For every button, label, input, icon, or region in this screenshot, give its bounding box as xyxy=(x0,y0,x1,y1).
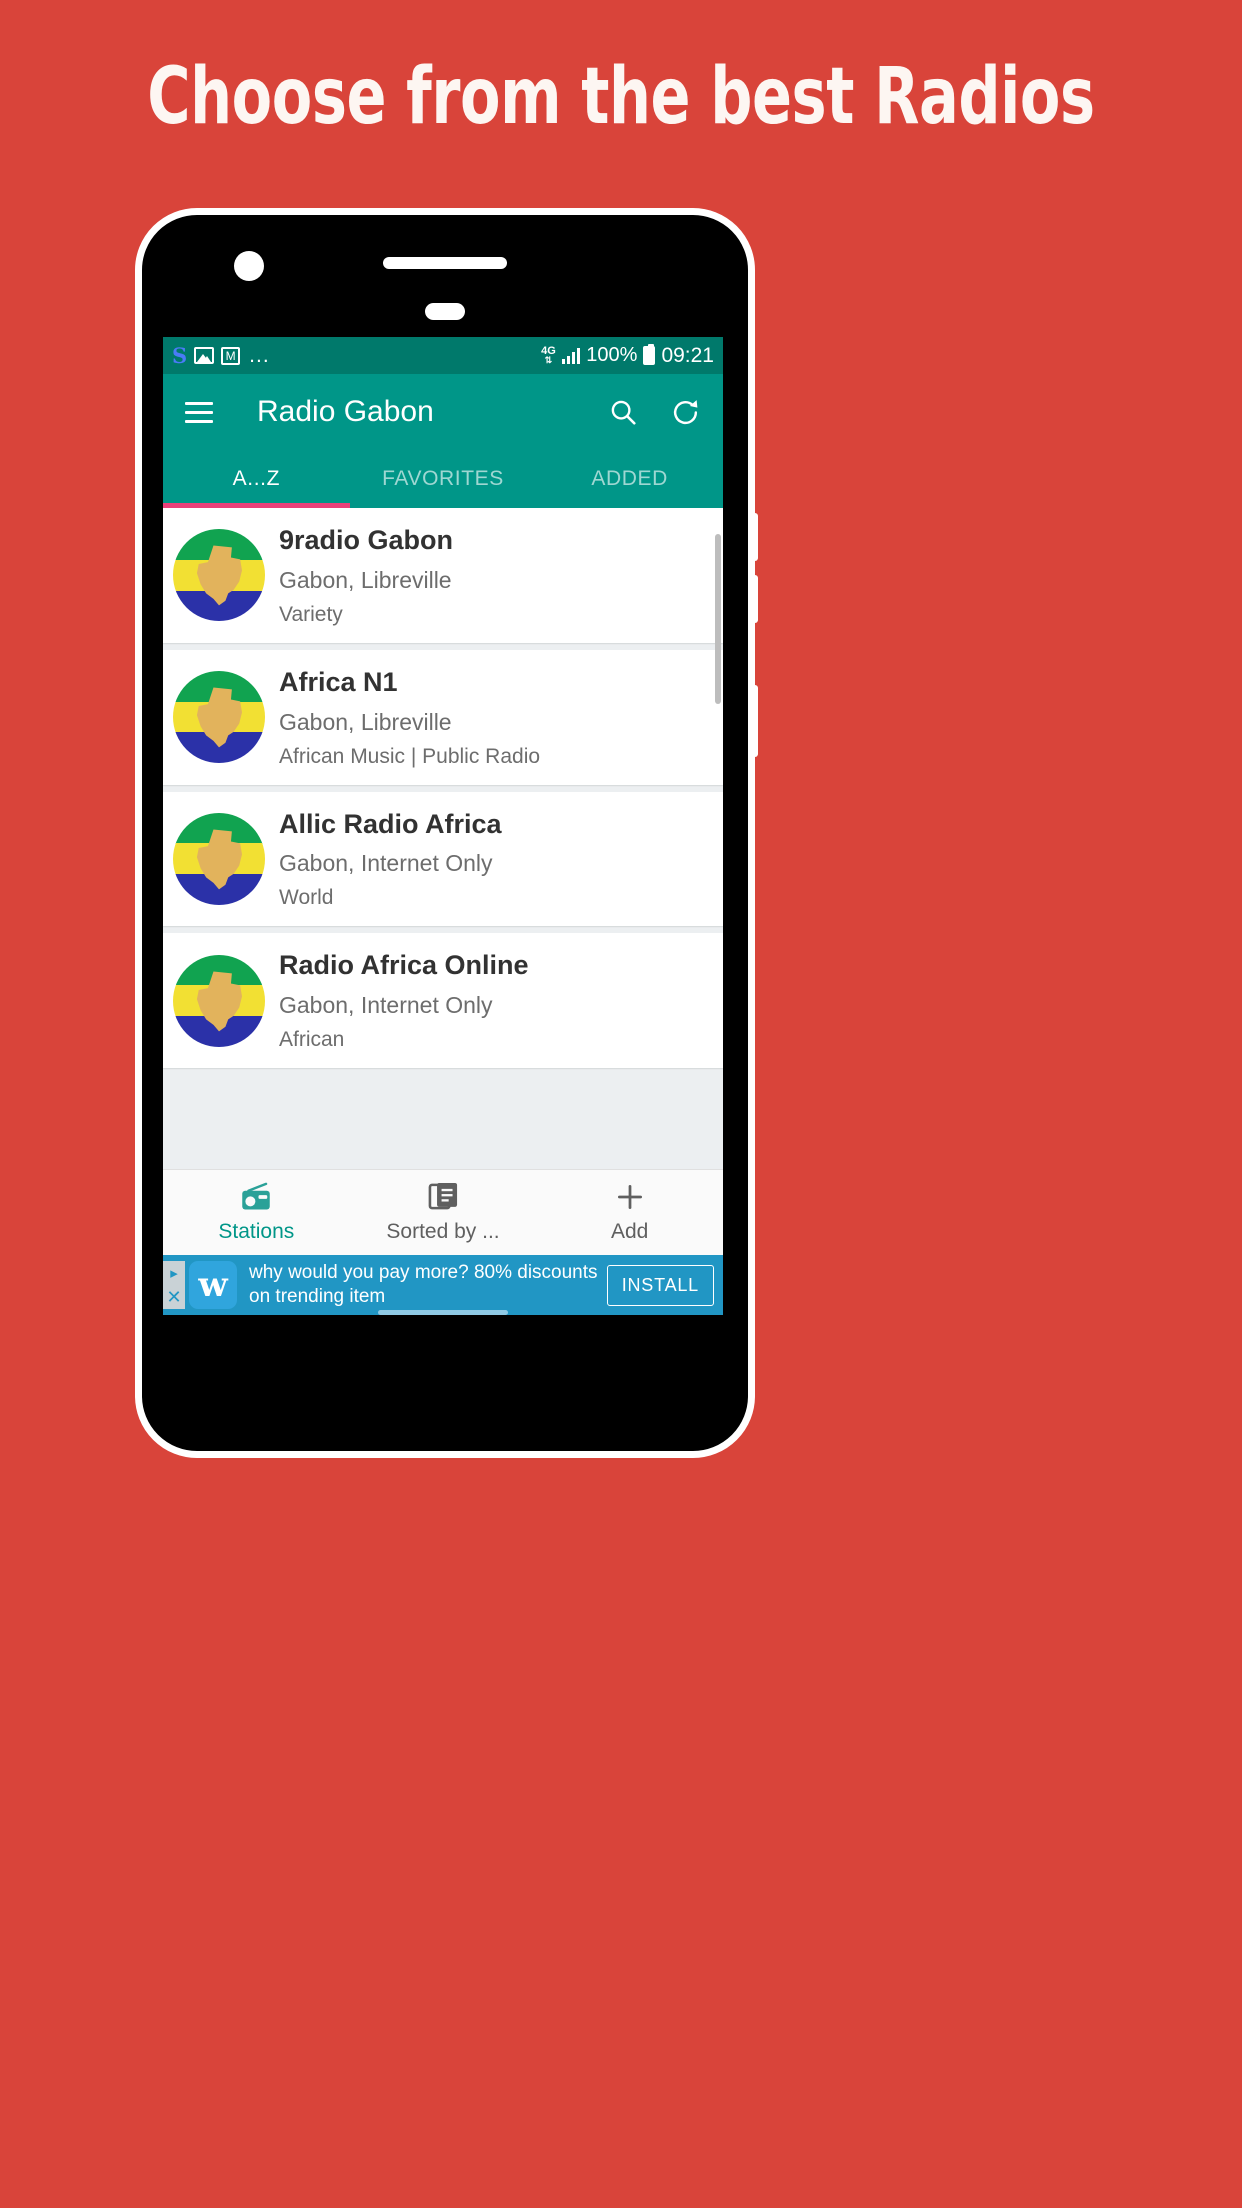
station-name: 9radio Gabon xyxy=(279,525,454,555)
nav-add[interactable]: Add xyxy=(536,1170,723,1255)
station-name: Radio Africa Online xyxy=(279,950,529,981)
station-genre: African xyxy=(279,1028,345,1051)
station-location: Gabon, Internet Only xyxy=(279,992,493,1018)
status-bar-system: 4G ⇅ 100% 09:21 xyxy=(541,344,714,368)
ad-banner[interactable]: ▸ ✕ w why would you pay more? 80% discou… xyxy=(163,1255,723,1315)
skype-icon: S xyxy=(172,343,188,368)
nav-label: Sorted by ... xyxy=(386,1220,500,1243)
tab-added[interactable]: ADDED xyxy=(536,450,723,508)
station-logo-gabon-flag xyxy=(173,529,265,622)
nav-label: Stations xyxy=(218,1219,295,1243)
network-type-icon: 4G ⇅ xyxy=(541,345,556,365)
station-genre: African Music | Public Radio xyxy=(279,744,541,768)
ad-badges: ▸ ✕ xyxy=(163,1255,185,1315)
radio-icon xyxy=(239,1182,273,1212)
list-item[interactable]: 9radio Gabon Gabon, Libreville Variety xyxy=(163,508,723,643)
scrollbar-thumb[interactable] xyxy=(715,534,721,704)
search-icon[interactable] xyxy=(608,397,638,427)
volume-down-button[interactable] xyxy=(752,575,758,623)
hamburger-menu-icon[interactable] xyxy=(185,401,213,423)
gabon-map-icon xyxy=(196,971,242,1031)
gmail-icon: M xyxy=(221,346,241,365)
photos-icon xyxy=(194,347,215,364)
list-document-icon xyxy=(428,1181,459,1212)
tab-az[interactable]: A...Z xyxy=(163,450,350,508)
earpiece-speaker xyxy=(383,257,507,269)
front-camera-icon xyxy=(234,251,264,281)
station-logo-gabon-flag xyxy=(173,812,265,905)
station-genre: Variety xyxy=(279,602,343,626)
signal-strength-icon xyxy=(561,347,581,364)
advertiser-logo: w xyxy=(189,1261,237,1309)
ad-text: why would you pay more? 80% discounts on… xyxy=(249,1261,598,1307)
station-location: Gabon, Libreville xyxy=(279,566,452,593)
close-icon[interactable]: ✕ xyxy=(163,1285,185,1309)
bottom-navigation: Stations Sorted by ... Add xyxy=(163,1169,723,1255)
volume-up-button[interactable] xyxy=(752,513,758,561)
station-logo-gabon-flag xyxy=(173,671,265,764)
station-genre: World xyxy=(279,886,334,910)
clock: 09:21 xyxy=(661,343,714,367)
home-indicator xyxy=(425,303,465,320)
plus-icon xyxy=(614,1182,646,1212)
status-bar: S M ... 4G ⇅ 100% 09:21 xyxy=(163,337,723,374)
tab-favorites[interactable]: FAVORITES xyxy=(350,450,537,508)
notification-overflow: ... xyxy=(249,343,270,367)
adchoices-icon[interactable]: ▸ xyxy=(163,1261,185,1285)
station-name: Africa N1 xyxy=(279,666,398,697)
phone-screen: S M ... 4G ⇅ 100% 09:21 Radio Gabon A...… xyxy=(163,337,723,1315)
tab-bar: A...Z FAVORITES ADDED xyxy=(163,450,723,508)
app-toolbar: Radio Gabon xyxy=(163,374,723,450)
list-item[interactable]: Allic Radio Africa Gabon, Internet Only … xyxy=(163,791,723,927)
station-location: Gabon, Internet Only xyxy=(279,850,493,877)
app-title: Radio Gabon xyxy=(257,395,434,428)
refresh-icon[interactable] xyxy=(670,397,701,428)
gabon-map-icon xyxy=(196,545,242,606)
power-button[interactable] xyxy=(752,685,758,757)
list-item[interactable]: Radio Africa Online Gabon, Internet Only… xyxy=(163,933,723,1068)
toolbar-actions xyxy=(608,397,701,428)
station-info: Africa N1 Gabon, Libreville African Musi… xyxy=(279,666,723,769)
ad-progress-indicator xyxy=(378,1310,508,1315)
gabon-map-icon xyxy=(196,687,242,748)
station-info: 9radio Gabon Gabon, Libreville Variety xyxy=(279,524,723,627)
install-button[interactable]: INSTALL xyxy=(606,1264,714,1306)
nav-stations[interactable]: Stations xyxy=(163,1170,350,1255)
station-name: Allic Radio Africa xyxy=(279,808,502,839)
nav-sorted-by[interactable]: Sorted by ... xyxy=(350,1170,537,1255)
list-item[interactable]: Africa N1 Gabon, Libreville African Musi… xyxy=(163,649,723,785)
gabon-map-icon xyxy=(196,829,242,890)
status-bar-notifications: S M ... xyxy=(172,344,541,368)
battery-percent: 100% xyxy=(586,344,638,366)
station-logo-gabon-flag xyxy=(173,954,265,1047)
phone-mockup: S M ... 4G ⇅ 100% 09:21 Radio Gabon A...… xyxy=(135,208,758,1458)
station-info: Radio Africa Online Gabon, Internet Only… xyxy=(279,949,723,1052)
nav-label: Add xyxy=(610,1219,649,1243)
page-title: Choose from the best Radios xyxy=(147,52,1095,142)
station-location: Gabon, Libreville xyxy=(279,708,452,735)
battery-icon xyxy=(643,344,656,365)
station-info: Allic Radio Africa Gabon, Internet Only … xyxy=(279,808,723,911)
station-list[interactable]: 9radio Gabon Gabon, Libreville Variety A… xyxy=(163,508,723,1169)
